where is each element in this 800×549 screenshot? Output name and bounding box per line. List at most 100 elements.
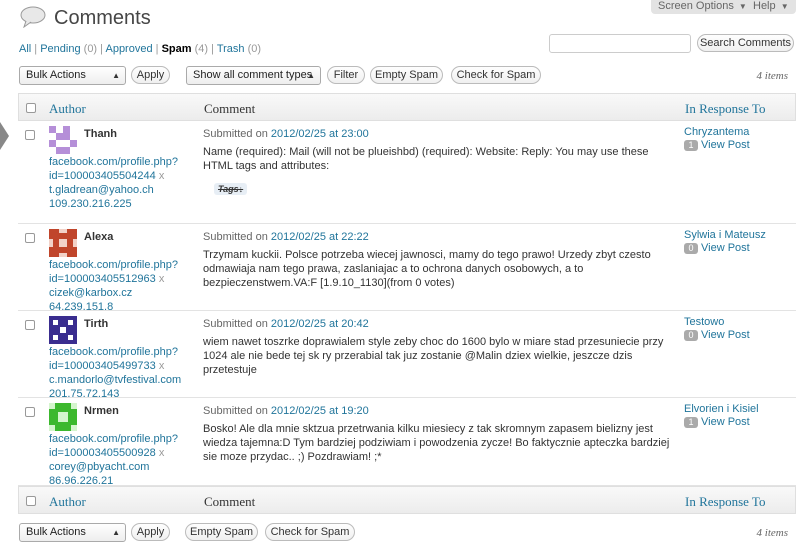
author-meta: facebook.com/profile.php? id=10000340550…: [49, 432, 178, 488]
table-header: Author Comment In Response To: [18, 93, 796, 121]
filter-spam[interactable]: Spam: [162, 43, 192, 55]
comment-date-link[interactable]: 2012/02/25 at 20:42: [271, 318, 369, 330]
table-footer: Author Comment In Response To: [18, 486, 796, 514]
author-email[interactable]: t.gladrean@yahoo.ch: [49, 184, 154, 196]
help-label: Help: [753, 0, 776, 12]
author-url-id[interactable]: id=100003405512963: [49, 273, 156, 285]
author-url[interactable]: facebook.com/profile.php?: [49, 156, 178, 168]
submitted-line: Submitted on 2012/02/25 at 23:00: [203, 128, 369, 140]
avatar: [49, 229, 77, 257]
remove-x[interactable]: x: [159, 170, 165, 182]
bulk-actions-select[interactable]: Bulk Actions ▲: [19, 66, 126, 85]
collapse-arrow-icon[interactable]: [0, 122, 9, 150]
remove-x[interactable]: x: [159, 273, 165, 285]
column-author[interactable]: Author: [49, 101, 86, 117]
author-url[interactable]: facebook.com/profile.php?: [49, 259, 178, 271]
avatar: [49, 126, 77, 154]
bulk-actions-value: Bulk Actions: [26, 526, 86, 538]
response-info: Chryzantema 1 View Post: [684, 126, 750, 152]
filter-pending[interactable]: Pending: [40, 43, 80, 55]
row-checkbox[interactable]: [25, 130, 35, 140]
search-input[interactable]: [549, 34, 691, 53]
empty-spam-button-bottom[interactable]: Empty Spam: [185, 523, 258, 541]
help-tab[interactable]: Help ▼: [746, 0, 796, 14]
comment-count-badge[interactable]: 1: [684, 416, 698, 428]
page-title: Comments: [54, 7, 151, 29]
avatar: [49, 403, 77, 431]
author-url-id[interactable]: id=100003405500928: [49, 447, 156, 459]
avatar: [49, 316, 77, 344]
comment-type-select[interactable]: Show all comment types ▲: [186, 66, 321, 85]
empty-spam-button[interactable]: Empty Spam: [370, 66, 443, 84]
comment-date-link[interactable]: 2012/02/25 at 22:22: [271, 231, 369, 243]
row-checkbox[interactable]: [25, 320, 35, 330]
remove-x[interactable]: x: [159, 360, 165, 372]
comment-text: Bosko! Ale dla mnie sktzua przetrwania k…: [203, 423, 670, 463]
select-all-checkbox-footer[interactable]: [26, 496, 36, 506]
post-link[interactable]: Chryzantema: [684, 126, 749, 138]
select-arrows-icon: ▲: [307, 71, 315, 80]
apply-button-bottom[interactable]: Apply: [131, 523, 170, 541]
submitted-line: Submitted on 2012/02/25 at 22:22: [203, 231, 369, 243]
view-post-link[interactable]: View Post: [701, 242, 750, 254]
filter-trash[interactable]: Trash: [217, 43, 245, 55]
comment-date-link[interactable]: 2012/02/25 at 23:00: [271, 128, 369, 140]
pending-count: (0): [83, 43, 98, 55]
remove-x[interactable]: x: [159, 447, 165, 459]
screen-options-tab[interactable]: Screen Options ▼: [651, 0, 754, 14]
row-checkbox[interactable]: [25, 233, 35, 243]
bulk-actions-select-bottom[interactable]: Bulk Actions ▲: [19, 523, 126, 542]
bulk-actions-value: Bulk Actions: [26, 69, 86, 81]
comment-count-badge[interactable]: 0: [684, 329, 698, 341]
search-comments-button[interactable]: Search Comments: [697, 34, 794, 52]
comment-text: Trzymam kuckii. Polsce potrzeba wiecej j…: [203, 249, 651, 289]
post-link[interactable]: Testowo: [684, 316, 724, 328]
author-url-id[interactable]: id=100003405504244: [49, 170, 156, 182]
status-filters: All | Pending (0) | Approved | Spam (4) …: [19, 43, 261, 55]
apply-button[interactable]: Apply: [131, 66, 170, 84]
column-in-response-to[interactable]: In Response To: [685, 494, 765, 510]
author-meta: facebook.com/profile.php? id=10000340550…: [49, 155, 178, 211]
row-checkbox[interactable]: [25, 407, 35, 417]
comment-count-badge[interactable]: 1: [684, 139, 698, 151]
author-url[interactable]: facebook.com/profile.php?: [49, 346, 178, 358]
column-author[interactable]: Author: [49, 494, 86, 510]
items-count: 4 items: [756, 70, 788, 82]
table-row: Tirth facebook.com/profile.php? id=10000…: [18, 311, 796, 400]
author-url-id[interactable]: id=100003405499733: [49, 360, 156, 372]
filter-all[interactable]: All: [19, 43, 31, 55]
submitted-label: Submitted on: [203, 231, 268, 243]
submitted-label: Submitted on: [203, 318, 268, 330]
response-info: Elvorien i Kisiel 1 View Post: [684, 403, 759, 429]
column-in-response-to[interactable]: In Response To: [685, 101, 765, 117]
chevron-down-icon: ▼: [780, 2, 789, 11]
check-spam-button-bottom[interactable]: Check for Spam: [265, 523, 355, 541]
view-post-link[interactable]: View Post: [701, 139, 750, 151]
author-url[interactable]: facebook.com/profile.php?: [49, 433, 178, 445]
post-link[interactable]: Sylwia i Mateusz: [684, 229, 766, 241]
select-arrows-icon: ▲: [112, 71, 120, 80]
filter-approved[interactable]: Approved: [105, 43, 152, 55]
comment-date-link[interactable]: 2012/02/25 at 19:20: [271, 405, 369, 417]
view-post-link[interactable]: View Post: [701, 416, 750, 428]
comments-icon: [20, 6, 46, 31]
comment-text: wiem nawet toszrke doprawialem style zeb…: [203, 336, 664, 376]
check-spam-button[interactable]: Check for Spam: [451, 66, 541, 84]
comment-count-badge[interactable]: 0: [684, 242, 698, 254]
author-ip[interactable]: 109.230.216.225: [49, 198, 132, 210]
author-email[interactable]: cizek@karbox.cz: [49, 287, 132, 299]
filter-button[interactable]: Filter: [327, 66, 365, 84]
column-comment: Comment: [204, 101, 256, 116]
select-all-checkbox[interactable]: [26, 103, 36, 113]
comment-type-value: Show all comment types: [193, 69, 313, 81]
post-link[interactable]: Elvorien i Kisiel: [684, 403, 759, 415]
table-row: Thanh facebook.com/profile.php? id=10000…: [18, 121, 796, 224]
author-name: Alexa: [84, 231, 114, 243]
author-email[interactable]: c.mandorlo@tvfestival.com: [49, 374, 181, 386]
author-name: Tirth: [84, 318, 109, 330]
response-info: Testowo 0 View Post: [684, 316, 750, 342]
submitted-line: Submitted on 2012/02/25 at 19:20: [203, 405, 369, 417]
author-email[interactable]: corey@pbyacht.com: [49, 461, 149, 473]
view-post-link[interactable]: View Post: [701, 329, 750, 341]
submitted-label: Submitted on: [203, 405, 268, 417]
